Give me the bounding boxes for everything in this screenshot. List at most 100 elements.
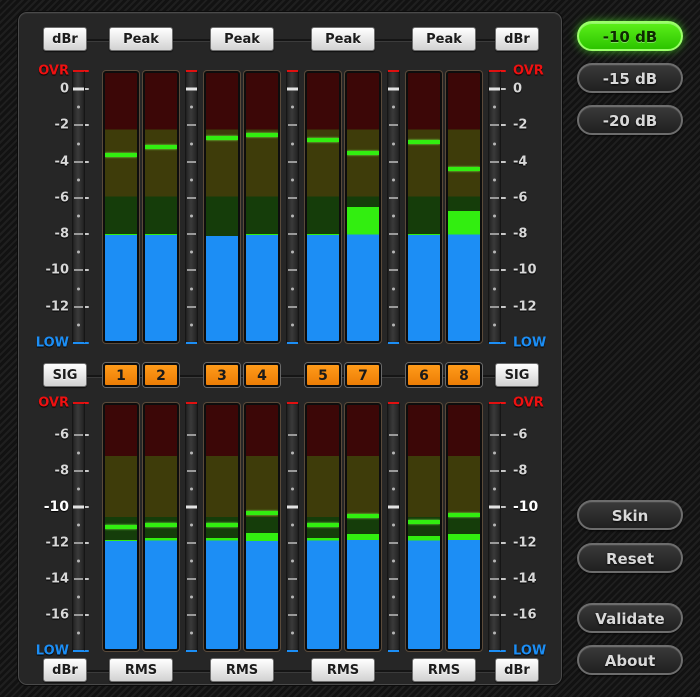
peak-tick-column [286,70,299,344]
tick-mark [187,124,196,127]
rms-scale-label-neg6: -6 [54,427,69,443]
rms-tick-column [286,402,299,652]
tick-minor [392,451,395,455]
channel-number-5[interactable]: 5 [305,363,341,387]
tick-mark [187,233,196,236]
tick-minor [392,595,395,599]
peak-hold-indicator [246,510,278,515]
tick-mark [490,124,499,127]
tick-mark [489,70,500,72]
tick-minor [291,287,294,291]
tick-mark [389,233,398,236]
sig-indicator-right[interactable]: SIG [495,363,539,387]
range-button-20db[interactable]: -20 dB [577,105,683,135]
tick-mark [388,402,399,404]
tick-minor [77,595,80,599]
tick-minor [77,214,80,218]
tick-mark [288,269,297,272]
tick-mark [389,614,398,617]
peak-hold-indicator [246,132,278,137]
rms-scale-label-neg12: -12 [513,535,537,551]
tick-mark [288,196,297,199]
meter-lit-level [145,537,177,649]
tick-minor [493,631,496,635]
tick-minor [190,631,193,635]
channel-number-3[interactable]: 3 [204,363,240,387]
tick-minor [190,451,193,455]
peak-scale-label-neg6: -6 [54,190,69,206]
peak-bar-channel-4 [244,71,280,343]
tick-minor [291,323,294,327]
peak-bar-channel-3 [204,71,240,343]
channel-number-4[interactable]: 4 [244,363,280,387]
rms-label-3[interactable]: RMS [311,658,375,682]
validate-button[interactable]: Validate [577,603,683,633]
tick-minor [190,595,193,599]
tick-mark [287,342,298,344]
tick-minor [392,250,395,254]
peak-scale-label-low: LOW [35,335,69,351]
tick-mark [490,269,499,272]
tick-minor [493,287,496,291]
tick-minor [190,105,193,109]
tick-mark [288,305,297,308]
range-button-10db[interactable]: -10 dB [577,21,683,51]
peak-bar-channel-8 [446,71,482,343]
channel-number-8[interactable]: 8 [446,363,482,387]
sig-indicator-left[interactable]: SIG [43,363,87,387]
reset-button[interactable]: Reset [577,543,683,573]
meter-lit-level [246,234,278,341]
tick-mark [74,124,83,127]
dbr-label-right-top[interactable]: dBr [495,27,539,51]
peak-label-1[interactable]: Peak [109,27,173,51]
tick-mark [490,233,499,236]
tick-minor [493,523,496,527]
range-button-15db[interactable]: -15 dB [577,63,683,93]
channel-number-6[interactable]: 6 [406,363,442,387]
tick-mark [288,124,297,127]
tick-minor [493,451,496,455]
tick-minor [291,487,294,491]
tick-minor [493,595,496,599]
tick-mark [287,505,298,509]
tick-mark [187,614,196,617]
peak-hold-indicator [145,145,177,150]
peak-label-2[interactable]: Peak [210,27,274,51]
tick-minor [291,595,294,599]
peak-hold-indicator [448,167,480,172]
dbr-label-left-bottom[interactable]: dBr [43,658,87,682]
tick-mark [288,470,297,473]
rms-label-1[interactable]: RMS [109,658,173,682]
rms-label-4[interactable]: RMS [412,658,476,682]
meter-lit-level [408,536,440,649]
rms-bar-channel-8 [446,403,482,651]
channel-number-7[interactable]: 7 [345,363,381,387]
meter-lit-level [105,539,137,649]
tick-mark [489,505,500,509]
peak-hold-indicator [105,525,137,530]
dbr-label-left-top[interactable]: dBr [43,27,87,51]
tick-mark [287,87,298,91]
tick-minor [190,523,193,527]
peak-scale-label-ovr: OVR [513,63,544,79]
dbr-label-right-bottom[interactable]: dBr [495,658,539,682]
meter-lit-level [347,534,379,649]
channel-number-1[interactable]: 1 [103,363,139,387]
rms-scale-label-low: LOW [35,643,69,659]
peak-label-3[interactable]: Peak [311,27,375,51]
peak-label-4[interactable]: Peak [412,27,476,51]
tick-mark [186,342,197,344]
tick-mark [74,233,83,236]
scale-right: OVR 0 -2 -4 -6 -8 -10 -12 LOW [491,64,563,351]
tick-mark [73,87,84,91]
channel-number-2[interactable]: 2 [143,363,179,387]
tick-mark [490,542,499,545]
about-button[interactable]: About [577,645,683,675]
tick-minor [493,178,496,182]
rms-label-2[interactable]: RMS [210,658,274,682]
rms-scale-label-neg10: -10 [513,499,539,516]
tick-mark [187,434,196,437]
tick-mark [389,470,398,473]
peak-scale-label-neg10: -10 [513,262,537,278]
skin-button[interactable]: Skin [577,500,683,530]
